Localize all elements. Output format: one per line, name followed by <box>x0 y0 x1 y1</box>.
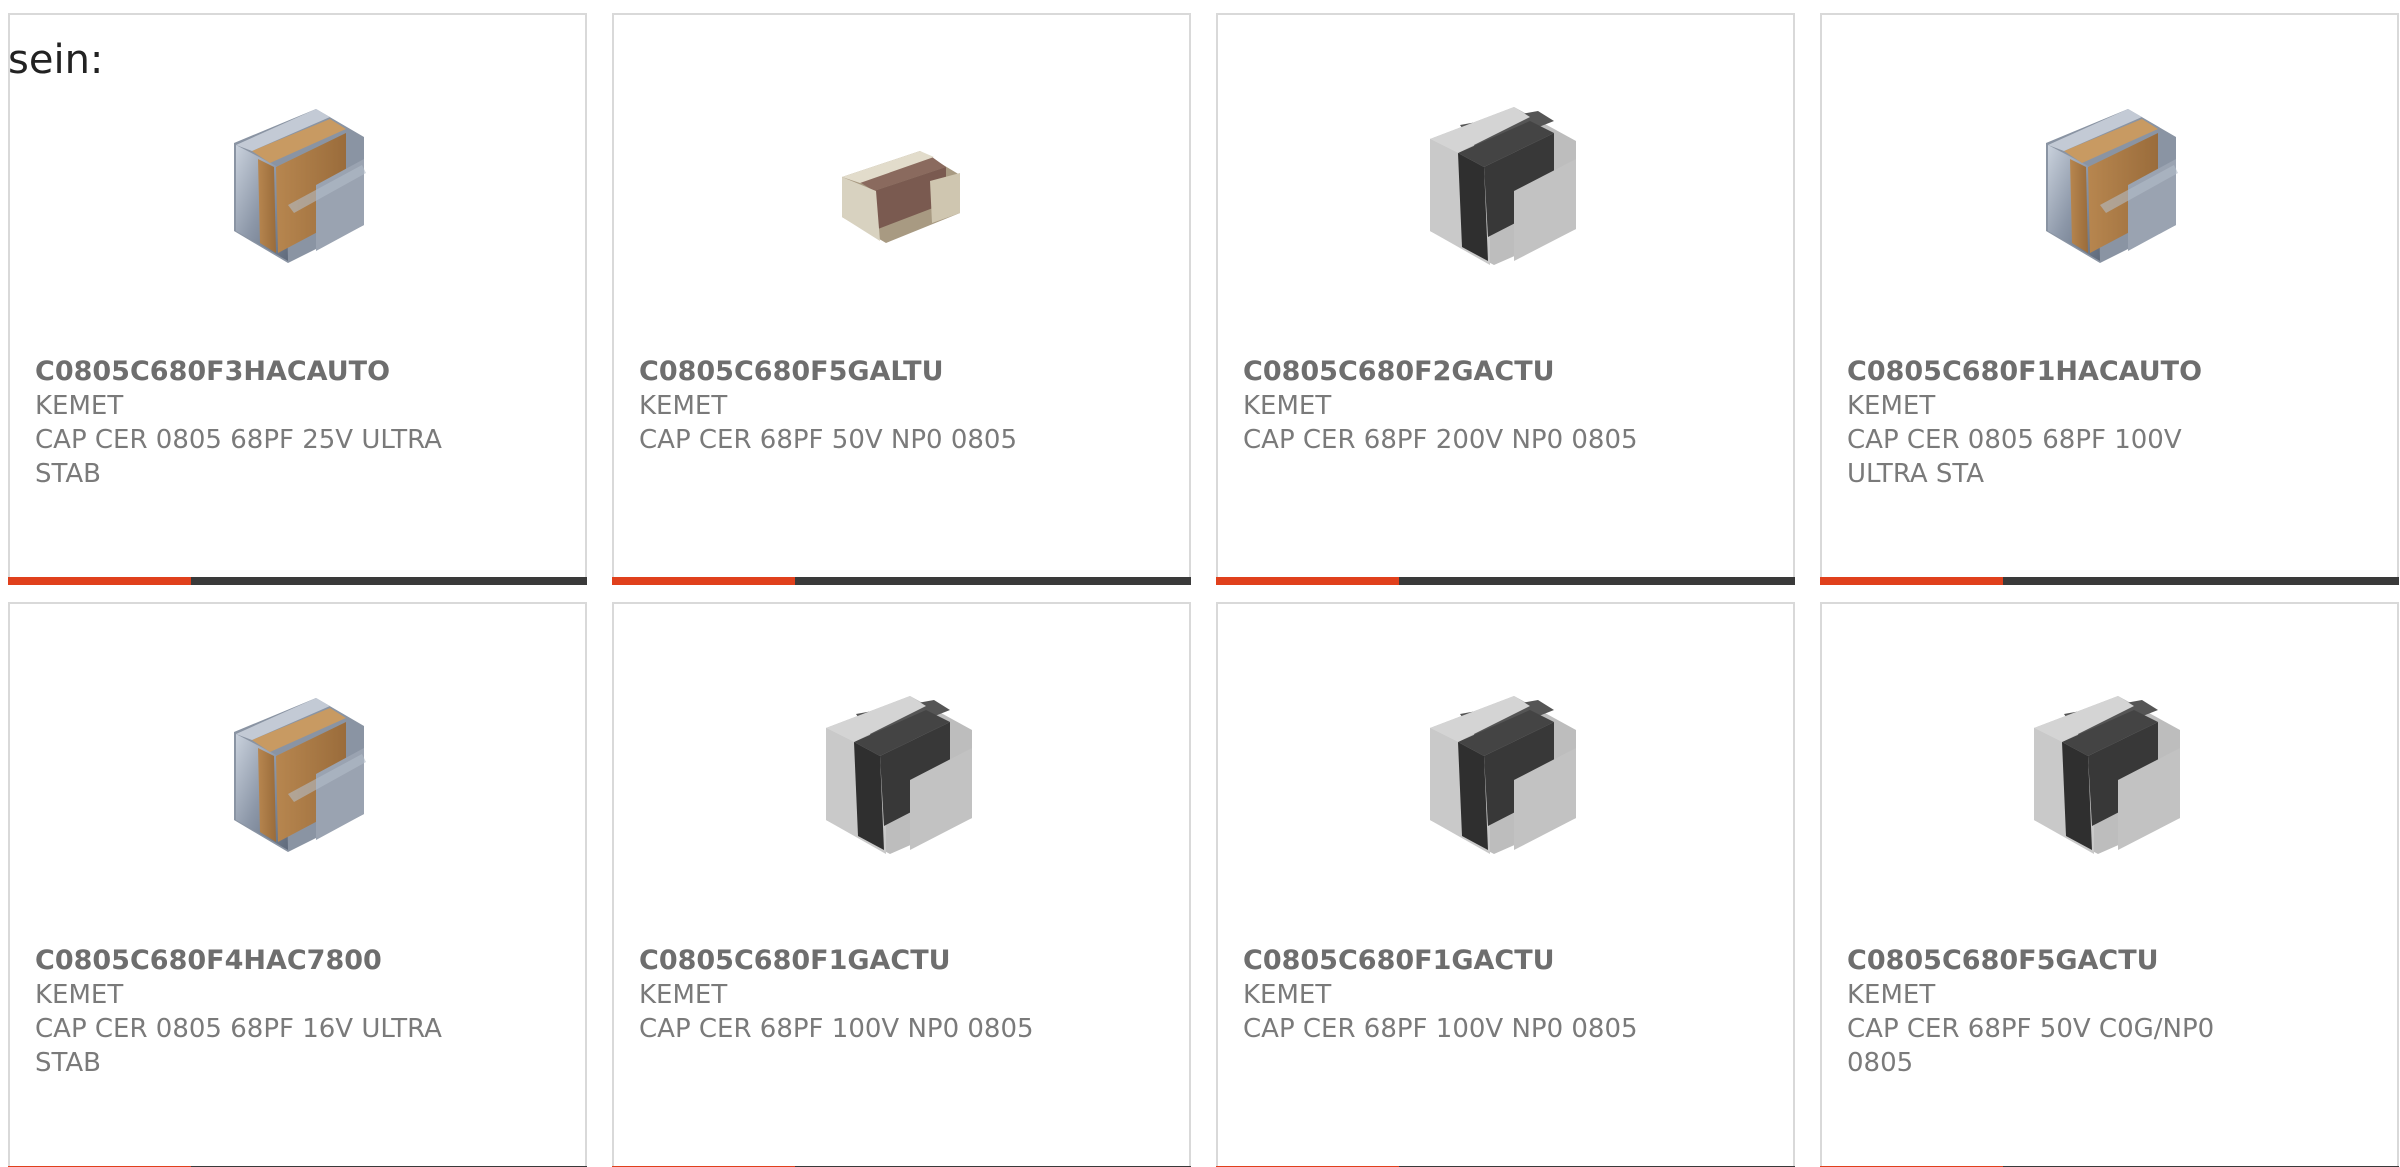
product-info: C0805C680F4HAC7800 KEMET CAP CER 0805 68… <box>35 944 455 1080</box>
product-card[interactable]: C0805C680F1HACAUTO KEMET CAP CER 0805 68… <box>1820 13 2399 585</box>
intro-text: sein: <box>8 37 104 83</box>
part-number[interactable]: C0805C680F5GACTU <box>1847 944 2267 978</box>
card-footer-bar <box>612 577 1191 585</box>
page: sein: C0805C680F3HACAUTO KEMET CAP CER 0… <box>0 0 2400 1167</box>
manufacturer: KEMET <box>1847 980 1936 1010</box>
description: CAP CER 0805 68PF 25V ULTRA STAB <box>35 425 442 489</box>
product-image[interactable] <box>800 674 1000 874</box>
product-info: C0805C680F2GACTU KEMET CAP CER 68PF 200V… <box>1243 355 1663 457</box>
card-accent-bar <box>612 577 795 585</box>
product-grid: C0805C680F3HACAUTO KEMET CAP CER 0805 68… <box>8 13 2399 1167</box>
product-image[interactable] <box>800 85 1000 285</box>
product-card[interactable]: C0805C680F5GACTU KEMET CAP CER 68PF 50V … <box>1820 602 2399 1167</box>
part-number[interactable]: C0805C680F1GACTU <box>639 944 1059 978</box>
part-number[interactable]: C0805C680F1HACAUTO <box>1847 355 2267 389</box>
manufacturer: KEMET <box>1243 980 1332 1010</box>
capacitor-black-chip-icon <box>826 696 972 854</box>
product-info: C0805C680F1GACTU KEMET CAP CER 68PF 100V… <box>639 944 1059 1046</box>
product-card[interactable]: C0805C680F3HACAUTO KEMET CAP CER 0805 68… <box>8 13 587 585</box>
capacitor-orange-chip-icon <box>234 698 366 852</box>
manufacturer: KEMET <box>639 391 728 421</box>
card-accent-bar <box>1216 577 1399 585</box>
card-footer-bar <box>1820 577 2399 585</box>
capacitor-black-chip-icon <box>1430 107 1576 265</box>
description: CAP CER 68PF 50V C0G/NP0 0805 <box>1847 1014 2215 1078</box>
product-info: C0805C680F1HACAUTO KEMET CAP CER 0805 68… <box>1847 355 2267 491</box>
part-number[interactable]: C0805C680F1GACTU <box>1243 944 1663 978</box>
capacitor-orange-chip-icon <box>234 109 366 263</box>
product-card[interactable]: C0805C680F2GACTU KEMET CAP CER 68PF 200V… <box>1216 13 1795 585</box>
capacitor-orange-chip-icon <box>2046 109 2178 263</box>
manufacturer: KEMET <box>1847 391 1936 421</box>
product-card[interactable]: C0805C680F4HAC7800 KEMET CAP CER 0805 68… <box>8 602 587 1167</box>
description: CAP CER 68PF 100V NP0 0805 <box>639 1014 1034 1044</box>
part-number[interactable]: C0805C680F5GALTU <box>639 355 1059 389</box>
description: CAP CER 68PF 100V NP0 0805 <box>1243 1014 1638 1044</box>
product-image[interactable] <box>2008 85 2208 285</box>
product-info: C0805C680F5GALTU KEMET CAP CER 68PF 50V … <box>639 355 1059 457</box>
part-number[interactable]: C0805C680F4HAC7800 <box>35 944 455 978</box>
capacitor-black-chip-icon <box>2034 696 2180 854</box>
product-image[interactable] <box>2008 674 2208 874</box>
manufacturer: KEMET <box>639 980 728 1010</box>
part-number[interactable]: C0805C680F2GACTU <box>1243 355 1663 389</box>
product-image[interactable] <box>196 85 396 285</box>
product-image[interactable] <box>1404 85 1604 285</box>
product-info: C0805C680F1GACTU KEMET CAP CER 68PF 100V… <box>1243 944 1663 1046</box>
capacitor-black-chip-icon <box>1430 696 1576 854</box>
description: CAP CER 0805 68PF 100V ULTRA STA <box>1847 425 2182 489</box>
card-accent-bar <box>8 577 191 585</box>
description: CAP CER 68PF 50V NP0 0805 <box>639 425 1018 455</box>
description: CAP CER 68PF 200V NP0 0805 <box>1243 425 1638 455</box>
product-image[interactable] <box>1404 674 1604 874</box>
product-card[interactable]: C0805C680F5GALTU KEMET CAP CER 68PF 50V … <box>612 13 1191 585</box>
manufacturer: KEMET <box>1243 391 1332 421</box>
product-info: C0805C680F5GACTU KEMET CAP CER 68PF 50V … <box>1847 944 2267 1080</box>
part-number[interactable]: C0805C680F3HACAUTO <box>35 355 455 389</box>
capacitor-small-brown-chip-icon <box>842 151 960 243</box>
manufacturer: KEMET <box>35 980 124 1010</box>
product-image[interactable] <box>196 674 396 874</box>
manufacturer: KEMET <box>35 391 124 421</box>
card-footer-bar <box>8 577 587 585</box>
description: CAP CER 0805 68PF 16V ULTRA STAB <box>35 1014 442 1078</box>
product-card[interactable]: C0805C680F1GACTU KEMET CAP CER 68PF 100V… <box>1216 602 1795 1167</box>
product-info: C0805C680F3HACAUTO KEMET CAP CER 0805 68… <box>35 355 455 491</box>
card-accent-bar <box>1820 577 2003 585</box>
product-card[interactable]: C0805C680F1GACTU KEMET CAP CER 68PF 100V… <box>612 602 1191 1167</box>
card-footer-bar <box>1216 577 1795 585</box>
